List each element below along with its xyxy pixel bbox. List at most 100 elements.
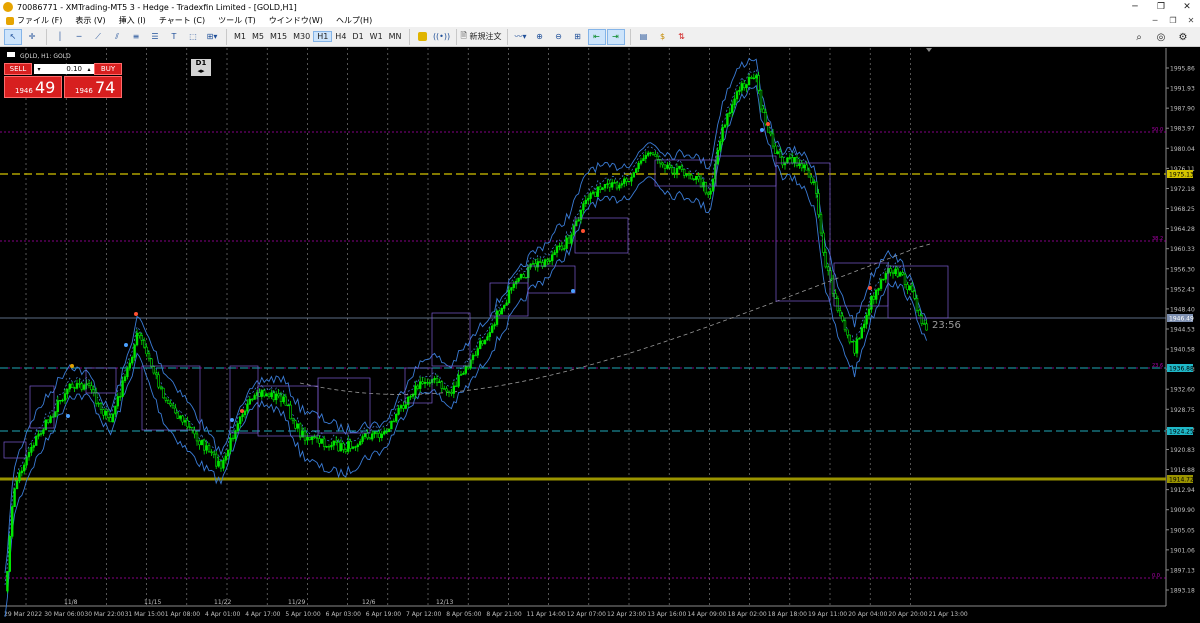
candle-body bbox=[291, 418, 295, 422]
shapes-icon[interactable]: ⬚ bbox=[184, 29, 202, 45]
vertical-line-icon[interactable]: │ bbox=[51, 29, 69, 45]
signal-icon[interactable]: ((•)) bbox=[433, 29, 451, 45]
new-order-button[interactable]: 🗎 新規注文 bbox=[461, 29, 502, 45]
time-tick-label: 20 Apr 20:00 bbox=[888, 611, 927, 618]
tile-windows-icon[interactable]: ⊞ bbox=[569, 29, 587, 45]
candle-body bbox=[646, 152, 650, 156]
timeframe-m15[interactable]: M15 bbox=[267, 32, 290, 41]
menu-window[interactable]: ウインドウ(W) bbox=[269, 15, 323, 26]
moving-average-line bbox=[299, 243, 931, 395]
candle-body bbox=[512, 283, 516, 288]
signals-market-icon[interactable]: ⇅ bbox=[673, 29, 691, 45]
timeframe-h1[interactable]: H1 bbox=[313, 31, 333, 42]
indicators-icon[interactable]: 〰▾ bbox=[512, 29, 530, 45]
candle-body bbox=[668, 164, 672, 168]
minimize-button[interactable]: ─ bbox=[1122, 0, 1148, 14]
menu-view[interactable]: 表示 (V) bbox=[75, 15, 105, 26]
candle-body bbox=[22, 464, 26, 472]
candle-body bbox=[11, 506, 14, 537]
maximize-button[interactable]: ❐ bbox=[1148, 0, 1174, 14]
community-icon[interactable]: ◎ bbox=[1150, 29, 1172, 45]
time-tick-label: 8 Apr 05:00 bbox=[446, 611, 481, 618]
candle-body bbox=[781, 156, 784, 166]
candle-body bbox=[814, 181, 818, 194]
timeframe-d1[interactable]: D1 bbox=[349, 32, 366, 41]
search-icon[interactable]: ⌕ bbox=[1128, 29, 1150, 45]
candle-body bbox=[644, 155, 648, 159]
bid-quote[interactable]: 1946 49 bbox=[4, 76, 62, 98]
candle-body bbox=[157, 374, 160, 388]
cursor-tool-icon[interactable]: ↖ bbox=[4, 28, 22, 45]
d1-period-marker[interactable]: D1 ◂▸ bbox=[191, 59, 211, 76]
buy-button[interactable]: BUY bbox=[94, 63, 122, 75]
close-button[interactable]: ✕ bbox=[1174, 0, 1200, 14]
candle-body bbox=[126, 367, 129, 377]
candle-body bbox=[354, 446, 357, 448]
candle-body bbox=[169, 403, 172, 406]
candle-body bbox=[898, 272, 902, 277]
chart-shift-icon[interactable]: ⇤ bbox=[587, 28, 606, 45]
fibonacci-icon[interactable]: ≡ bbox=[127, 29, 145, 45]
menu-tools[interactable]: ツール (T) bbox=[218, 15, 256, 26]
candle-body bbox=[447, 390, 451, 393]
autoscroll-icon[interactable]: ⇥ bbox=[606, 28, 625, 45]
menu-help[interactable]: ヘルプ(H) bbox=[336, 15, 372, 26]
dollar-icon[interactable]: $ bbox=[654, 29, 672, 45]
candle-body bbox=[500, 308, 503, 315]
candle-body bbox=[15, 480, 19, 490]
horizontal-line-icon[interactable]: ─ bbox=[70, 29, 88, 45]
candle-body bbox=[666, 164, 669, 169]
candle-body bbox=[277, 393, 280, 397]
timeframe-m30[interactable]: M30 bbox=[290, 32, 313, 41]
lot-size-input[interactable] bbox=[44, 64, 84, 74]
candle-body bbox=[155, 372, 158, 376]
candle-body bbox=[164, 397, 167, 401]
mdi-restore-button[interactable]: ❐ bbox=[1164, 14, 1182, 27]
mdi-close-button[interactable]: ✕ bbox=[1182, 14, 1200, 27]
market-watch-icon[interactable]: ▤ bbox=[635, 29, 653, 45]
price-chart[interactable]: 1995.861991.931987.901983.971980.041976.… bbox=[0, 48, 1200, 623]
timeframe-m1[interactable]: M1 bbox=[231, 32, 249, 41]
timeframe-mn[interactable]: MN bbox=[386, 32, 405, 41]
menu-chart[interactable]: チャート (C) bbox=[159, 15, 205, 26]
candle-body bbox=[567, 237, 571, 244]
timeframe-w1[interactable]: W1 bbox=[367, 32, 386, 41]
menu-insert[interactable]: 挿入 (I) bbox=[119, 15, 146, 26]
sell-button[interactable]: SELL bbox=[4, 63, 32, 75]
candle-body bbox=[382, 431, 386, 435]
lot-decrease-button[interactable]: ▾ bbox=[34, 64, 44, 74]
text-tool-icon[interactable]: T bbox=[165, 29, 183, 45]
zoom-out-icon[interactable]: ⊖ bbox=[550, 29, 568, 45]
candle-body bbox=[97, 402, 100, 405]
candle-body bbox=[404, 404, 407, 409]
candle-body bbox=[102, 409, 105, 416]
candle-body bbox=[498, 310, 501, 315]
candle-body bbox=[318, 438, 321, 444]
timeframe-h4[interactable]: H4 bbox=[332, 32, 349, 41]
candle-body bbox=[522, 274, 525, 278]
candle-body bbox=[39, 433, 43, 435]
settings-icon[interactable]: ⚙ bbox=[1172, 29, 1194, 45]
trade-marker bbox=[581, 229, 585, 233]
channel-icon[interactable]: ⫽ bbox=[108, 29, 126, 45]
timeframe-m5[interactable]: M5 bbox=[249, 32, 267, 41]
candle-body bbox=[426, 382, 429, 384]
price-tick-label: 1897.13 bbox=[1170, 567, 1195, 574]
more-tools-icon[interactable]: ⊞▾ bbox=[203, 29, 221, 45]
candle-body bbox=[745, 84, 748, 89]
mdi-minimize-button[interactable]: ─ bbox=[1146, 14, 1164, 27]
candle-body bbox=[258, 392, 261, 397]
lot-increase-button[interactable]: ▴ bbox=[84, 64, 94, 74]
lock-icon[interactable] bbox=[414, 29, 432, 45]
menu-file[interactable]: ファイル (F) bbox=[17, 15, 62, 26]
gann-icon[interactable]: ☰ bbox=[146, 29, 164, 45]
candle-body bbox=[824, 252, 828, 268]
candle-body bbox=[272, 392, 275, 401]
crosshair-tool-icon[interactable]: ✛ bbox=[23, 29, 41, 45]
price-level-value: 1936.88 bbox=[1169, 366, 1194, 373]
ask-quote[interactable]: 1946 74 bbox=[64, 76, 122, 98]
zoom-in-icon[interactable]: ⊕ bbox=[531, 29, 549, 45]
candle-body bbox=[286, 404, 290, 407]
candle-body bbox=[195, 433, 199, 442]
trend-line-icon[interactable]: ⟋ bbox=[89, 29, 107, 45]
